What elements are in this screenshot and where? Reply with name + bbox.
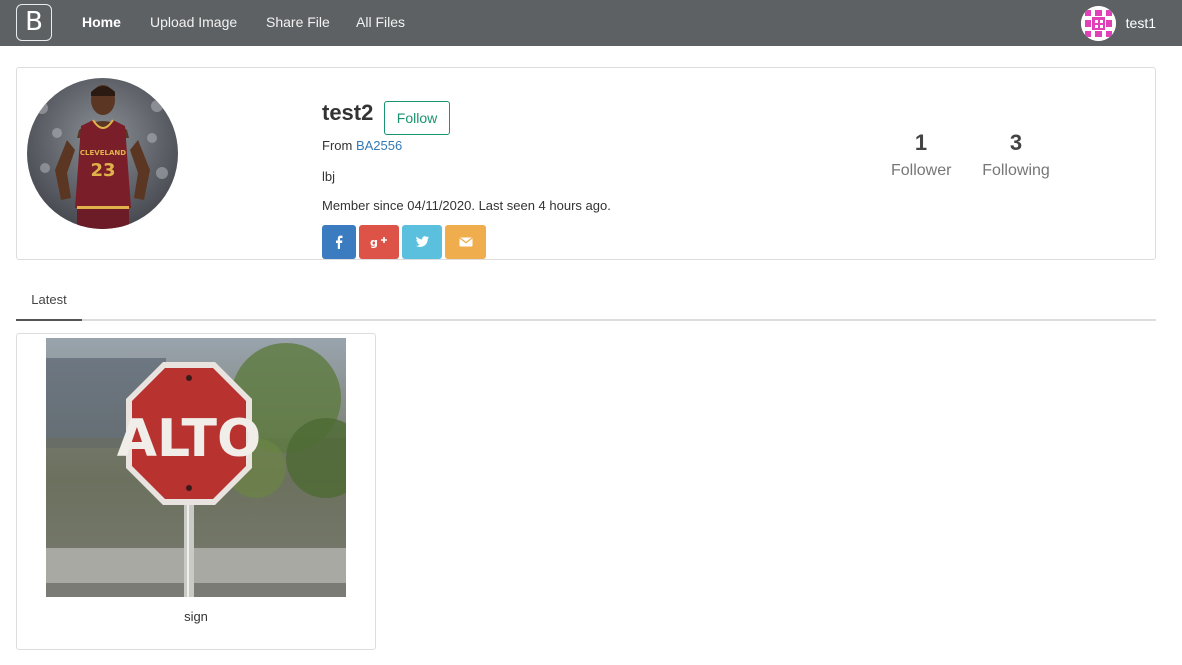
twitter-icon [416, 236, 429, 247]
tab-latest[interactable]: Latest [16, 282, 82, 321]
stop-sign-text: ALTO [117, 409, 261, 469]
nav-all-files[interactable]: All Files [356, 14, 405, 30]
following-stat[interactable]: 3 Following [981, 130, 1051, 180]
facebook-icon [336, 235, 343, 249]
envelope-icon [458, 237, 473, 247]
google-plus-button[interactable]: g [359, 225, 399, 259]
member-since: Member since 04/11/2020. Last seen 4 hou… [322, 198, 611, 213]
file-thumbnail[interactable]: ALTO [46, 338, 346, 597]
google-plus-icon: g [370, 236, 387, 249]
navbar: B Home Upload Image Share File All Files… [0, 0, 1182, 46]
followers-stat[interactable]: 1 Follower [891, 130, 951, 180]
svg-text:CLEVELAND: CLEVELAND [80, 149, 126, 157]
svg-text:23: 23 [90, 160, 115, 181]
from-link[interactable]: BA2556 [356, 138, 402, 153]
followers-label: Follower [891, 162, 952, 179]
following-count: 3 [1009, 130, 1023, 155]
facebook-button[interactable] [322, 225, 356, 259]
content-tabs: Latest [16, 282, 1156, 321]
follow-button[interactable]: Follow [384, 101, 450, 135]
nav-share-file[interactable]: Share File [266, 14, 330, 30]
followers-count: 1 [914, 130, 928, 155]
nav-username[interactable]: test1 [1126, 15, 1156, 31]
following-label: Following [982, 162, 1050, 179]
user-menu[interactable]: test1 [1080, 5, 1156, 41]
nav-upload-image[interactable]: Upload Image [150, 14, 237, 30]
profile-username: test2 [322, 100, 374, 125]
twitter-button[interactable] [402, 225, 442, 259]
profile-bio: lbj [322, 169, 336, 184]
file-card[interactable]: ALTO sign [16, 333, 376, 650]
profile-card: CLEVELAND 23 test2 Follow From BA2556 lb… [16, 67, 1156, 260]
svg-text:g: g [370, 236, 378, 249]
profile-photo: CLEVELAND 23 [27, 78, 178, 229]
nav-home[interactable]: Home [82, 14, 121, 30]
brand-logo[interactable]: B [16, 4, 52, 41]
email-button[interactable] [445, 225, 486, 259]
file-caption: sign [184, 609, 208, 624]
from-prefix: From [322, 138, 353, 153]
from-line: From BA2556 [322, 138, 402, 153]
user-avatar[interactable] [1080, 5, 1116, 41]
